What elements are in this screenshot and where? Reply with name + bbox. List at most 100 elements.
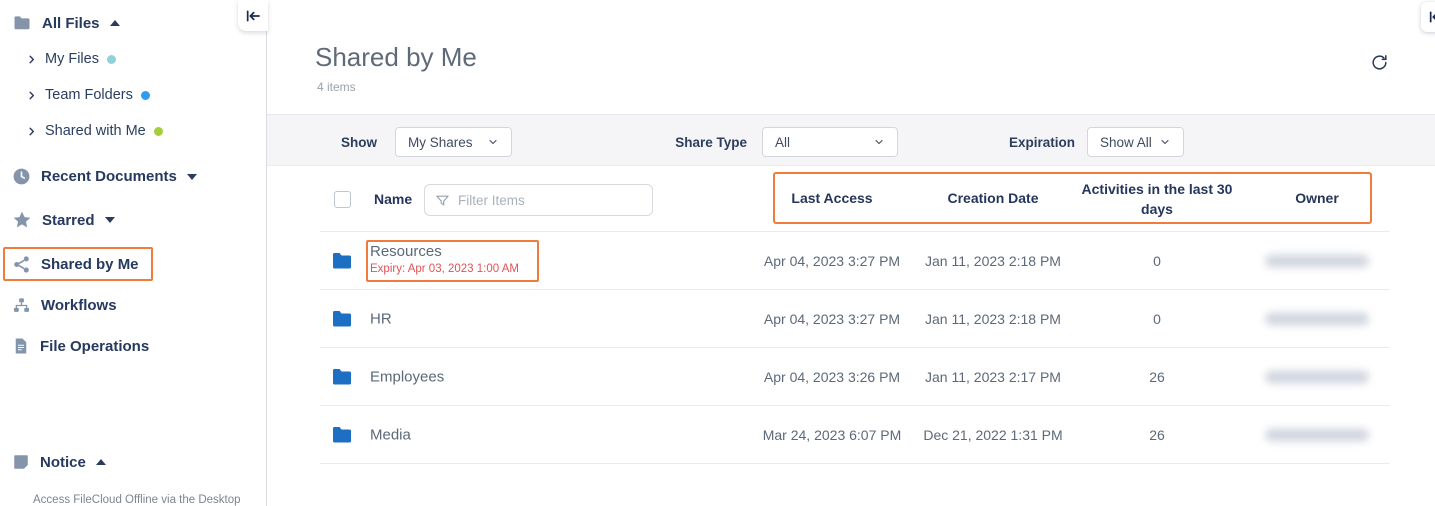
sidebar-item-label: File Operations bbox=[40, 338, 149, 355]
expiration-filter-select[interactable]: Show All bbox=[1087, 127, 1184, 157]
caret-down-icon[interactable] bbox=[105, 217, 115, 223]
main-content: Shared by Me 4 items Show My Shares Shar… bbox=[267, 0, 1435, 506]
chevron-down-icon bbox=[487, 136, 499, 148]
creation-date-cell: Dec 21, 2022 1:31 PM bbox=[917, 427, 1069, 443]
file-name-block[interactable]: Resources Expiry: Apr 03, 2023 1:00 AM bbox=[370, 243, 519, 275]
collapse-left-icon bbox=[1428, 9, 1435, 25]
activities-cell: 0 bbox=[1069, 311, 1245, 327]
clock-icon bbox=[12, 167, 31, 186]
last-access-cell: Apr 04, 2023 3:27 PM bbox=[747, 253, 917, 269]
status-dot bbox=[141, 91, 150, 100]
sidebar-item-shared-with-me[interactable]: Shared with Me bbox=[26, 123, 163, 139]
creation-date-cell: Jan 11, 2023 2:18 PM bbox=[917, 311, 1069, 327]
chevron-right-icon bbox=[26, 126, 37, 137]
file-name[interactable]: Media bbox=[370, 427, 411, 444]
file-name[interactable]: Resources bbox=[370, 243, 519, 260]
activities-cell: 26 bbox=[1069, 427, 1245, 443]
filter-items-field[interactable] bbox=[424, 184, 653, 216]
share-type-filter-label: Share Type bbox=[661, 135, 747, 150]
file-name[interactable]: HR bbox=[370, 311, 392, 328]
owner-redacted bbox=[1265, 255, 1369, 268]
chevron-down-icon bbox=[1159, 136, 1171, 148]
table-row-hr[interactable]: HR Apr 04, 2023 3:27 PM Jan 11, 2023 2:1… bbox=[267, 290, 1435, 348]
folder-icon bbox=[328, 423, 356, 447]
table-row-media[interactable]: Media Mar 24, 2023 6:07 PM Dec 21, 2022 … bbox=[267, 406, 1435, 464]
sidebar-item-label: Starred bbox=[42, 212, 95, 229]
share-icon bbox=[12, 255, 31, 274]
expiration-filter-value: Show All bbox=[1100, 135, 1152, 150]
table-header: Name Last Access Creation Date Activitie… bbox=[267, 166, 1435, 232]
sidebar-item-starred[interactable]: Starred bbox=[12, 210, 115, 230]
show-filter-label: Show bbox=[327, 135, 377, 150]
sidebar-item-recent-documents[interactable]: Recent Documents bbox=[12, 167, 197, 186]
caret-up-icon[interactable] bbox=[110, 20, 120, 26]
sidebar-item-label: All Files bbox=[42, 15, 100, 32]
sidebar-item-all-files[interactable]: All Files bbox=[12, 13, 120, 33]
filter-items-input[interactable] bbox=[458, 193, 642, 208]
notice-text: Access FileCloud Offline via the Desktop bbox=[33, 494, 263, 506]
sidebar-item-shared-by-me[interactable]: Shared by Me bbox=[12, 255, 139, 274]
notice-icon bbox=[12, 453, 30, 471]
star-icon bbox=[12, 210, 32, 230]
folder-icon bbox=[328, 249, 356, 273]
filter-bar: Show My Shares Share Type All Expiration… bbox=[267, 114, 1435, 166]
owner-column-header[interactable]: Owner bbox=[1245, 190, 1389, 206]
sidebar-item-label: Notice bbox=[40, 454, 86, 471]
last-access-cell: Mar 24, 2023 6:07 PM bbox=[747, 427, 917, 443]
sidebar-item-my-files[interactable]: My Files bbox=[26, 51, 116, 67]
file-list: Resources Expiry: Apr 03, 2023 1:00 AM A… bbox=[267, 232, 1435, 464]
select-all-checkbox[interactable] bbox=[334, 191, 351, 208]
sidebar-item-label: Shared by Me bbox=[41, 256, 139, 273]
collapse-left-icon bbox=[245, 8, 261, 24]
show-filter-select[interactable]: My Shares bbox=[395, 127, 512, 157]
activities-cell: 26 bbox=[1069, 369, 1245, 385]
show-filter-value: My Shares bbox=[408, 135, 473, 150]
share-type-filter-select[interactable]: All bbox=[762, 127, 898, 157]
table-row-resources[interactable]: Resources Expiry: Apr 03, 2023 1:00 AM A… bbox=[267, 232, 1435, 290]
creation-date-cell: Jan 11, 2023 2:17 PM bbox=[917, 369, 1069, 385]
caret-down-icon[interactable] bbox=[187, 174, 197, 180]
activities-column-header[interactable]: Activities in the last 30 days bbox=[1069, 179, 1245, 219]
sidebar-item-workflows[interactable]: Workflows bbox=[12, 296, 117, 315]
status-dot bbox=[154, 127, 163, 136]
sidebar-item-label: Recent Documents bbox=[41, 168, 177, 185]
sidebar-item-label: Shared with Me bbox=[45, 123, 146, 139]
chevron-right-icon bbox=[26, 90, 37, 101]
name-column-header: Name bbox=[374, 191, 412, 207]
panel-collapse-button[interactable] bbox=[1421, 2, 1435, 32]
owner-redacted bbox=[1265, 429, 1369, 442]
sidebar-item-file-operations[interactable]: File Operations bbox=[12, 337, 149, 355]
sidebar-item-label: Team Folders bbox=[45, 87, 133, 103]
sidebar-item-notice[interactable]: Notice bbox=[12, 453, 106, 471]
share-type-filter-value: All bbox=[775, 135, 790, 150]
sidebar: All Files My Files Team Folders Shared w… bbox=[0, 0, 267, 506]
owner-redacted bbox=[1265, 313, 1369, 326]
refresh-button[interactable] bbox=[1367, 50, 1391, 74]
sidebar-collapse-button[interactable] bbox=[238, 0, 268, 31]
table-row-employees[interactable]: Employees Apr 04, 2023 3:26 PM Jan 11, 2… bbox=[267, 348, 1435, 406]
last-access-cell: Apr 04, 2023 3:26 PM bbox=[747, 369, 917, 385]
last-access-cell: Apr 04, 2023 3:27 PM bbox=[747, 311, 917, 327]
file-icon bbox=[12, 337, 30, 355]
file-name[interactable]: Employees bbox=[370, 369, 444, 386]
status-dot bbox=[107, 55, 116, 64]
chevron-down-icon bbox=[873, 136, 885, 148]
refresh-icon bbox=[1370, 53, 1389, 72]
folder-icon bbox=[328, 365, 356, 389]
chevron-right-icon bbox=[26, 54, 37, 65]
creation-date-cell: Jan 11, 2023 2:18 PM bbox=[917, 253, 1069, 269]
folder-icon bbox=[328, 307, 356, 331]
creation-date-column-header[interactable]: Creation Date bbox=[917, 190, 1069, 206]
folder-icon bbox=[12, 13, 32, 33]
caret-up-icon[interactable] bbox=[96, 459, 106, 465]
page-title: Shared by Me bbox=[315, 42, 477, 73]
sidebar-item-label: My Files bbox=[45, 51, 99, 67]
activities-cell: 0 bbox=[1069, 253, 1245, 269]
funnel-icon bbox=[435, 193, 450, 208]
sidebar-item-team-folders[interactable]: Team Folders bbox=[26, 87, 150, 103]
expiry-label: Expiry: Apr 03, 2023 1:00 AM bbox=[370, 263, 519, 275]
expiration-filter-label: Expiration bbox=[990, 135, 1075, 150]
workflow-icon bbox=[12, 296, 31, 315]
items-count: 4 items bbox=[317, 80, 356, 94]
last-access-column-header[interactable]: Last Access bbox=[747, 190, 917, 206]
